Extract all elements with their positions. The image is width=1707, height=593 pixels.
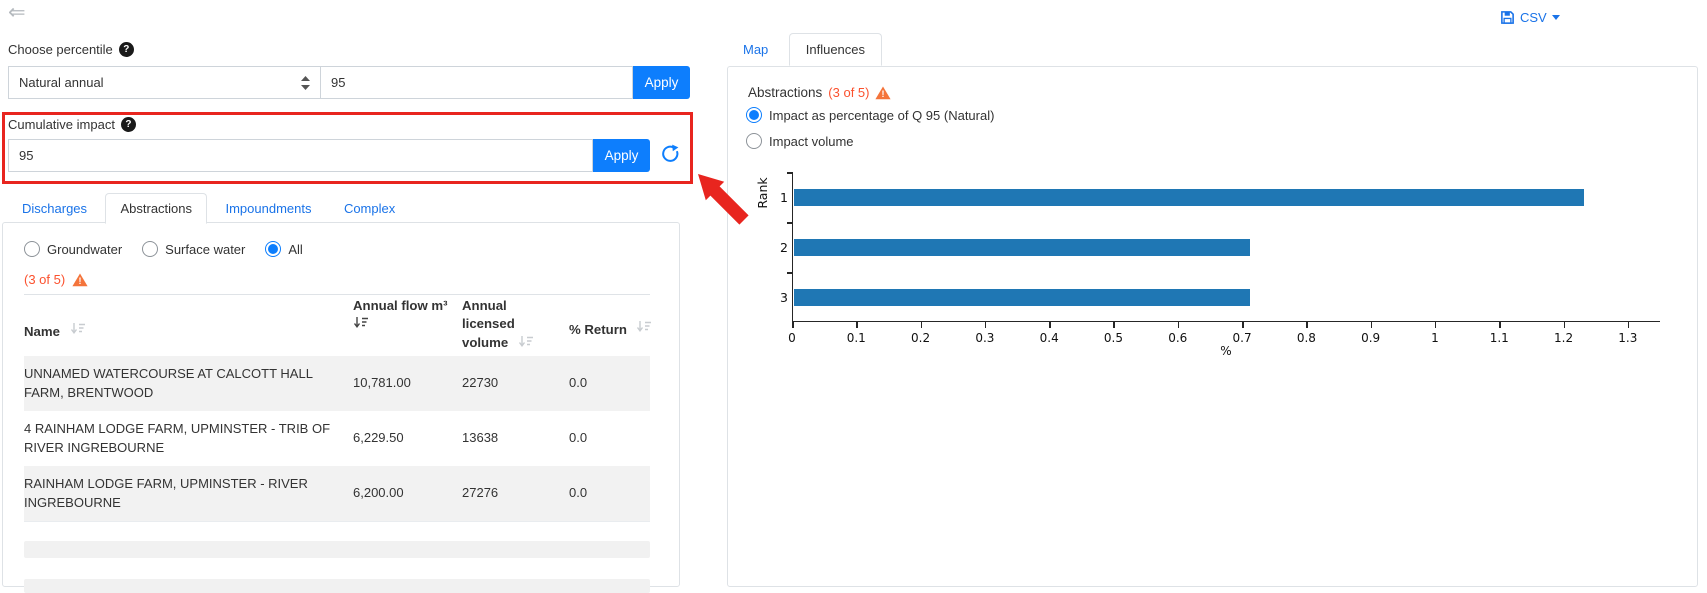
csv-label: CSV bbox=[1520, 10, 1547, 25]
filter-count: (3 of 5) bbox=[24, 272, 65, 287]
radio-impact-volume-label: Impact volume bbox=[769, 134, 854, 149]
percentile-type-select[interactable]: Natural annual bbox=[8, 66, 321, 99]
radio-icon[interactable] bbox=[142, 241, 158, 257]
cumulative-impact-input[interactable] bbox=[8, 139, 593, 172]
radio-icon-checked[interactable] bbox=[746, 107, 762, 123]
table-row[interactable]: 4 RAINHAM LODGE FARM, UPMINSTER - TRIB O… bbox=[24, 411, 650, 466]
tab-discharges[interactable]: Discharges bbox=[8, 194, 101, 223]
radio-all[interactable]: All bbox=[265, 241, 302, 257]
column-label: Annual flow m³ bbox=[353, 298, 448, 313]
caret-down-icon bbox=[1552, 15, 1560, 20]
column-label: % Return bbox=[569, 322, 627, 337]
cumulative-apply-button[interactable]: Apply bbox=[593, 139, 650, 172]
tab-influences[interactable]: Influences bbox=[789, 33, 882, 66]
cell-annual-flow: 10,781.00 bbox=[353, 356, 462, 411]
radio-impact-volume[interactable]: Impact volume bbox=[746, 133, 854, 149]
tab-abstractions[interactable]: Abstractions bbox=[105, 193, 207, 224]
y-axis-label: Rank bbox=[755, 173, 769, 213]
empty-row bbox=[24, 579, 650, 593]
select-caret-icon bbox=[301, 76, 310, 90]
chart-plot-area bbox=[792, 172, 1660, 322]
radio-groundwater-label: Groundwater bbox=[47, 242, 122, 257]
map-influences-tabs: Map Influences bbox=[727, 33, 882, 67]
table-row[interactable]: RAINHAM LODGE FARM, UPMINSTER - RIVER IN… bbox=[24, 466, 650, 521]
divider bbox=[24, 521, 650, 522]
sort-icon-active[interactable] bbox=[353, 316, 369, 334]
csv-export-button[interactable]: CSV bbox=[1500, 10, 1560, 25]
radio-impact-percentage-label: Impact as percentage of Q 95 (Natural) bbox=[769, 108, 994, 123]
x-axis-label: % bbox=[1214, 344, 1238, 358]
influences-count: (3 of 5) bbox=[828, 85, 869, 100]
column-header-name[interactable]: Name bbox=[24, 322, 86, 340]
tab-map[interactable]: Map bbox=[727, 34, 784, 65]
column-header-percent-return[interactable]: % Return bbox=[569, 320, 652, 338]
radio-all-label: All bbox=[288, 242, 302, 257]
cell-name: RAINHAM LODGE FARM, UPMINSTER - RIVER IN… bbox=[24, 466, 353, 521]
radio-impact-percentage[interactable]: Impact as percentage of Q 95 (Natural) bbox=[746, 107, 994, 123]
radio-surface-water-label: Surface water bbox=[165, 242, 245, 257]
radio-icon-checked[interactable] bbox=[265, 241, 281, 257]
warning-icon: ! bbox=[72, 273, 88, 287]
cell-licensed-volume: 13638 bbox=[462, 411, 569, 466]
refresh-icon[interactable] bbox=[660, 144, 681, 170]
source-filter: Groundwater Surface water All bbox=[24, 241, 303, 257]
column-header-licensed-volume[interactable]: Annual licensed volume bbox=[462, 297, 562, 353]
tab-complex[interactable]: Complex bbox=[330, 194, 409, 223]
help-icon[interactable]: ? bbox=[119, 42, 134, 57]
column-label: Annual licensed volume bbox=[462, 298, 515, 350]
sort-icon[interactable] bbox=[70, 322, 86, 340]
influences-panel bbox=[727, 66, 1698, 587]
svg-text:!: ! bbox=[79, 276, 82, 286]
cell-annual-flow: 6,200.00 bbox=[353, 466, 462, 521]
empty-row bbox=[24, 541, 650, 558]
cell-percent-return: 0.0 bbox=[569, 466, 650, 521]
cell-name: 4 RAINHAM LODGE FARM, UPMINSTER - TRIB O… bbox=[24, 411, 353, 466]
cell-percent-return: 0.0 bbox=[569, 356, 650, 411]
cell-annual-flow: 6,229.50 bbox=[353, 411, 462, 466]
percentile-type-value: Natural annual bbox=[19, 75, 104, 90]
radio-icon[interactable] bbox=[746, 133, 762, 149]
tab-impoundments[interactable]: Impoundments bbox=[211, 194, 325, 223]
percentile-apply-button[interactable]: Apply bbox=[633, 66, 690, 99]
influences-title: Abstractions bbox=[748, 85, 822, 100]
back-icon[interactable]: ⇐ bbox=[8, 0, 26, 25]
column-header-annual-flow[interactable]: Annual flow m³ bbox=[353, 297, 463, 334]
radio-surface-water[interactable]: Surface water bbox=[142, 241, 245, 257]
percentile-value-input[interactable] bbox=[320, 66, 633, 99]
cell-name: UNNAMED WATERCOURSE AT CALCOTT HALL FARM… bbox=[24, 356, 353, 411]
radio-groundwater[interactable]: Groundwater bbox=[24, 241, 122, 257]
radio-icon[interactable] bbox=[24, 241, 40, 257]
cell-licensed-volume: 27276 bbox=[462, 466, 569, 521]
svg-text:!: ! bbox=[882, 89, 885, 99]
cell-percent-return: 0.0 bbox=[569, 411, 650, 466]
column-label: Name bbox=[24, 324, 60, 339]
cell-licensed-volume: 22730 bbox=[462, 356, 569, 411]
table-row[interactable]: UNNAMED WATERCOURSE AT CALCOTT HALL FARM… bbox=[24, 356, 650, 411]
save-icon bbox=[1500, 10, 1515, 25]
influence-tabs: Discharges Abstractions Impoundments Com… bbox=[8, 193, 409, 223]
sort-icon[interactable] bbox=[636, 320, 652, 338]
help-icon[interactable]: ? bbox=[121, 117, 136, 132]
warning-icon: ! bbox=[875, 86, 891, 100]
choose-percentile-label: Choose percentile bbox=[8, 42, 113, 57]
divider bbox=[24, 294, 650, 295]
cumulative-impact-label: Cumulative impact bbox=[8, 117, 115, 132]
sort-icon[interactable] bbox=[518, 335, 534, 353]
